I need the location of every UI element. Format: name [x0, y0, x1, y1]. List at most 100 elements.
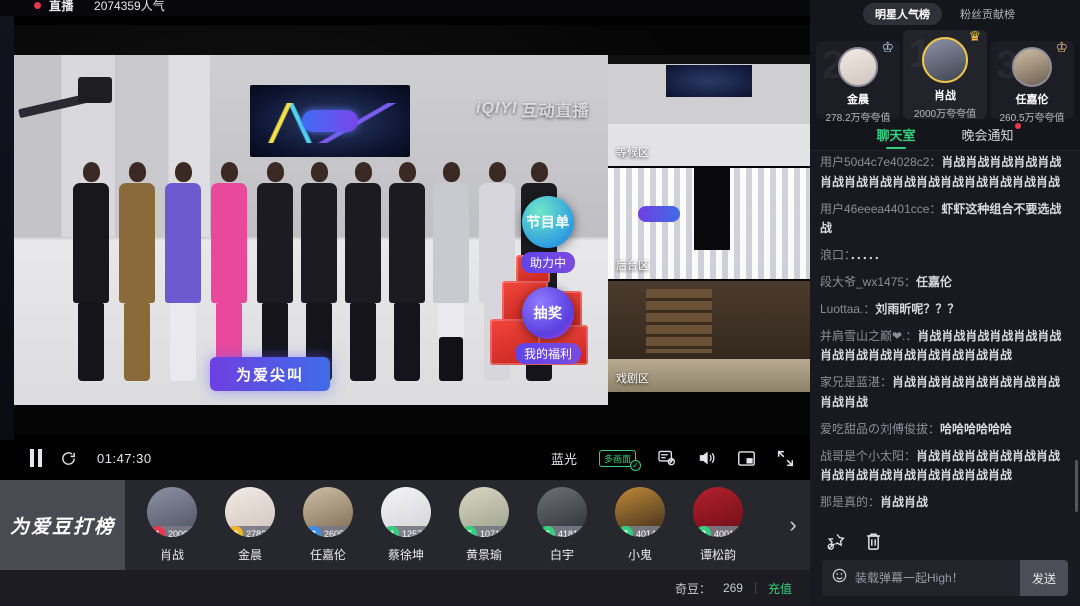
cast-member: [252, 162, 298, 381]
video-stage[interactable]: 为爱尖叫 iQIYI 互动直播 等候区 后台区 戏剧区: [14, 25, 810, 435]
live-dot-icon: [34, 1, 41, 9]
chat-scrollbar[interactable]: [1075, 151, 1078, 512]
avatar: 1 2000...: [147, 487, 197, 537]
lottery-caption[interactable]: 我的福利: [514, 343, 581, 364]
tab-gala-notice-label: 晚会通知: [961, 127, 1014, 143]
watermark-text: 互动直播: [521, 103, 590, 120]
live-room-page: 直播 2074359人气 为爱尖叫 iQIYI 互动直播 等候区 后台区 戏剧区…: [0, 0, 1080, 606]
chat-message-text: ．．．．．: [850, 248, 887, 263]
chat-tab-bar: 聊天室 晚会通知: [810, 121, 1080, 151]
ranking-idol-item[interactable]: 3 2605... 任嘉伦: [297, 487, 359, 563]
ranking-title: 为爱豆打榜: [0, 480, 125, 570]
chat-message-user: 家兄是蓝湛：: [820, 375, 893, 390]
chevron-right-icon[interactable]: ›: [776, 480, 810, 570]
tab-chat-room-label: 聊天室: [876, 127, 916, 143]
ranking-idol-item[interactable]: 4 1257... 蔡徐坤: [375, 487, 437, 563]
avatar: [922, 37, 968, 83]
rank-badge: 8 400170: [696, 526, 743, 537]
topup-button[interactable]: 充值: [768, 580, 792, 597]
chat-message: 用户46eeea4401cce：虾虾这种组合不要选战战: [820, 200, 1070, 240]
player-controls-right: 蓝光 多画面 ✓: [551, 449, 794, 471]
playback-time: 01:47:30: [97, 450, 152, 466]
podium-item-2[interactable]: 2 ♔ 金晨 278.2万夸夸值: [816, 39, 900, 124]
chat-message: Luottaa.：刘雨昕呢？？？: [820, 300, 1070, 320]
chat-message-user: Luottaa.：: [820, 301, 876, 316]
camera-angle-backstage[interactable]: 后台区: [608, 168, 810, 279]
chat-message-list[interactable]: 用户50d4c7e4028c2：肖战肖战肖战肖战肖战肖战肖战肖战肖战肖战肖战肖战…: [810, 151, 1080, 524]
crown-icon: ♔: [881, 39, 894, 55]
rank-badge: 2 2782...: [228, 526, 275, 537]
cast-member: [206, 162, 252, 381]
quality-selector[interactable]: 蓝光: [551, 449, 577, 468]
ranking-idol-item[interactable]: 2 2782... 金晨: [219, 487, 281, 563]
avatar: 3 2605...: [303, 487, 353, 537]
avatar: 5 1071...: [459, 487, 509, 537]
camera-angle-waiting[interactable]: 等候区: [608, 55, 810, 166]
tab-gala-notice[interactable]: 晚会通知: [961, 122, 1021, 147]
ranking-idol-item[interactable]: 7 401495 小鬼: [609, 487, 671, 563]
cast-member: [428, 162, 474, 381]
led-show-logo: [302, 110, 358, 132]
ranking-idol-list: 1 2000... 肖战 2 2782... 金晨 3 2605... 任嘉伦 4 1257... 蔡…: [125, 480, 776, 570]
chat-message-user: 浪口：: [820, 248, 851, 263]
iqiyi-watermark: iQIYI 互动直播: [476, 97, 589, 121]
podium-value: 260.5万夸夸值: [999, 113, 1065, 124]
crown-icon: ♛: [968, 28, 981, 44]
coin-amount: 269: [722, 581, 743, 595]
ranking-idol-item[interactable]: 6 418135 白宇: [531, 487, 593, 563]
chat-message-user: 爱吃甜品の刘傅俊拔：: [820, 421, 941, 436]
rank-number: 8: [696, 526, 711, 537]
ranking-idol-item[interactable]: 1 2000... 肖战: [141, 487, 203, 563]
coin-label: 奇豆：: [674, 581, 711, 596]
refresh-icon[interactable]: [60, 450, 77, 467]
rank-value: 1071...: [480, 528, 508, 538]
show-banner: 为爱尖叫: [210, 357, 330, 391]
rank-number: 5: [462, 526, 477, 537]
idol-name: 小鬼: [627, 548, 652, 562]
chat-message: 浪口：．．．．．: [820, 246, 1070, 266]
fullscreen-icon[interactable]: [777, 450, 794, 467]
currency-bar: 奇豆： 269 充值: [0, 570, 810, 606]
tab-chat-room[interactable]: 聊天室: [876, 125, 915, 147]
camera-head: [78, 77, 112, 103]
danmaku-block-icon[interactable]: [826, 532, 845, 551]
tab-star-popularity[interactable]: 明星人气榜: [863, 3, 942, 25]
podium-item-1[interactable]: 1 ♛ 肖战 2000万夸夸值: [903, 28, 987, 120]
chat-input-wrapper[interactable]: [822, 560, 1020, 596]
chat-message-user: 战哥是个小太阳：: [820, 448, 917, 463]
podium-name: 任嘉伦: [1015, 94, 1049, 106]
chat-message: 那是真的：肖战肖战: [820, 493, 1070, 513]
camera-angle-drama[interactable]: 戏剧区: [608, 281, 810, 392]
ranking-idol-item[interactable]: 5 1071... 黄景瑜: [453, 487, 515, 563]
cast-member: [384, 162, 430, 381]
danmaku-off-icon[interactable]: [658, 450, 676, 466]
ranking-idol-item[interactable]: 8 400170 谭松韵: [687, 487, 749, 563]
chat-input-row: 发送: [810, 558, 1080, 606]
chat-scrollbar-thumb[interactable]: [1075, 460, 1078, 512]
emoji-icon[interactable]: [832, 568, 847, 588]
idol-ranking-bar: 为爱豆打榜 1 2000... 肖战 2 2782... 金晨 3 2605... 任嘉伦 4 12…: [0, 480, 810, 570]
trash-icon[interactable]: [865, 532, 882, 551]
program-list-button[interactable]: 节目单: [522, 196, 574, 248]
rank-badge: 5 1071...: [462, 526, 509, 537]
rank-badge: 4 1257...: [384, 526, 431, 537]
chat-input[interactable]: [855, 571, 1010, 585]
send-button[interactable]: 发送: [1020, 560, 1068, 596]
chat-messages: 用户50d4c7e4028c2：肖战肖战肖战肖战肖战肖战肖战肖战肖战肖战肖战肖战…: [820, 153, 1070, 513]
picture-in-picture-icon[interactable]: [738, 450, 755, 466]
podium-item-3[interactable]: 3 ♔ 任嘉伦 260.5万夸夸值: [990, 39, 1074, 124]
multiview-button[interactable]: 多画面 ✓: [598, 449, 641, 471]
chat-message: 战哥是个小太阳：肖战肖战肖战肖战肖战肖战肖战肖战肖战肖战肖战肖战肖战肖战: [820, 447, 1070, 487]
rank-value: 400170: [714, 528, 743, 538]
lottery-button[interactable]: 抽奖: [522, 287, 574, 339]
pause-icon[interactable]: [30, 449, 42, 467]
chat-message-user: 用户46eeea4401cce：: [820, 201, 942, 216]
chat-message-user: 用户50d4c7e4028c2：: [820, 155, 942, 169]
live-status-bar: 直播 2074359人气: [0, 0, 810, 16]
volume-icon[interactable]: [698, 450, 716, 466]
side-panel: 明星人气榜 粉丝贡献榜 2 ♔ 金晨 278.2万夸夸值 1 ♛ 肖战 2000万夸夸值 3 ♔ 任…: [810, 0, 1080, 606]
tab-fan-contribution[interactable]: 粉丝贡献榜: [948, 3, 1027, 25]
idol-name: 金晨: [237, 548, 262, 562]
chat-message-text: 肖战肖战: [880, 495, 929, 510]
program-list-caption[interactable]: 助力中: [520, 252, 575, 273]
